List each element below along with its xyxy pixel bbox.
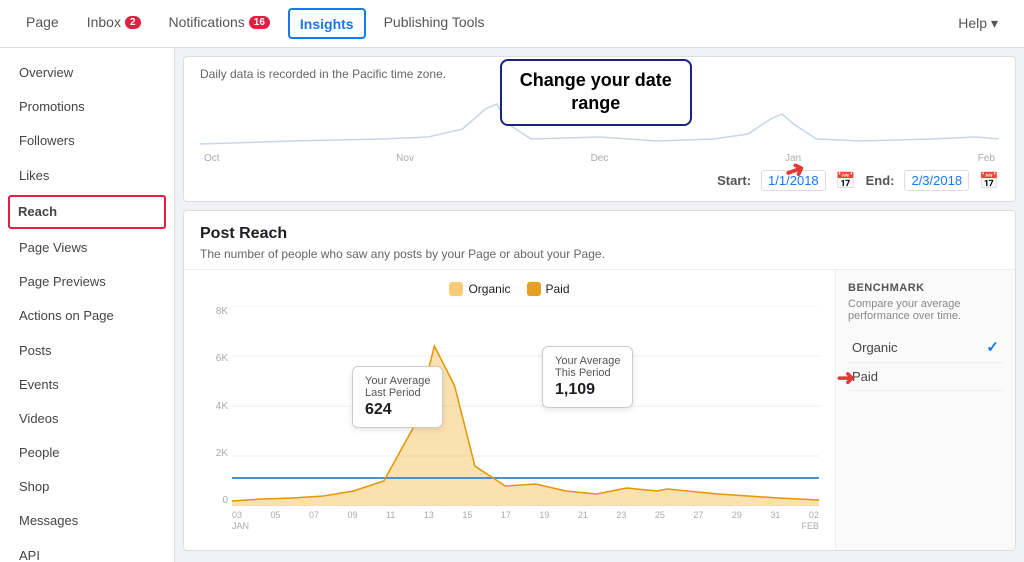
sidebar-item-page-views[interactable]: Page Views [0, 231, 174, 265]
chart-legend: Organic Paid [200, 282, 819, 296]
reach-panel: Post Reach The number of people who saw … [183, 210, 1016, 551]
sidebar-item-messages[interactable]: Messages [0, 504, 174, 538]
y-axis-8k: 8K [200, 306, 228, 317]
y-axis-0: 0 [200, 495, 228, 506]
mini-x-nov: Nov [396, 153, 414, 164]
sidebar-item-api[interactable]: API [0, 539, 174, 562]
y-axis-4k: 4K [200, 401, 228, 412]
nav-publishing-tools[interactable]: Publishing Tools [370, 0, 499, 47]
date-panel: Daily data is recorded in the Pacific ti… [183, 56, 1016, 202]
x-axis-months: JAN FEB [232, 521, 819, 531]
organic-dot [449, 282, 463, 296]
nav-insights[interactable]: Insights [288, 8, 366, 39]
sidebar-item-actions-on-page[interactable]: Actions on Page [0, 299, 174, 333]
sidebar-item-overview[interactable]: Overview [0, 56, 174, 90]
benchmark-subtitle: Compare your average performance over ti… [848, 298, 1003, 322]
reach-subtitle: The number of people who saw any posts b… [200, 247, 999, 261]
nav-notifications[interactable]: Notifications 16 [155, 0, 284, 47]
callout-this-period: Your AverageThis Period 1,109 [542, 346, 633, 408]
nav-inbox[interactable]: Inbox 2 [73, 0, 155, 47]
mini-x-oct: Oct [204, 153, 220, 164]
benchmark-organic-check: ✓ [986, 338, 999, 356]
this-period-value: 1,109 [555, 381, 620, 399]
chart-area: Organic Paid 0 2K 4K [184, 270, 835, 550]
sidebar-item-followers[interactable]: Followers [0, 124, 174, 158]
last-period-value: 624 [365, 401, 430, 419]
y-axis-2k: 2K [200, 448, 228, 459]
sidebar: Overview Promotions Followers Likes Reac… [0, 48, 175, 562]
top-navigation: Page Inbox 2 Notifications 16 Insights P… [0, 0, 1024, 48]
sidebar-item-videos[interactable]: Videos [0, 402, 174, 436]
paid-dot [527, 282, 541, 296]
benchmark-title: BENCHMARK [848, 282, 1003, 294]
sidebar-item-posts[interactable]: Posts [0, 334, 174, 368]
sidebar-item-promotions[interactable]: Promotions [0, 90, 174, 124]
benchmark-panel: BENCHMARK Compare your average performan… [835, 270, 1015, 550]
this-period-label: Your AverageThis Period [555, 355, 620, 379]
legend-paid: Paid [527, 282, 570, 296]
main-layout: Overview Promotions Followers Likes Reac… [0, 48, 1024, 562]
sidebar-item-reach[interactable]: Reach [8, 195, 166, 229]
reach-header: Post Reach The number of people who saw … [184, 211, 1015, 269]
reach-title: Post Reach [200, 225, 999, 243]
benchmark-option-organic[interactable]: Organic ✓ [848, 332, 1003, 363]
sidebar-item-likes[interactable]: Likes [0, 159, 174, 193]
benchmark-arrow: ➜ [837, 365, 855, 391]
main-content: Daily data is recorded in the Pacific ti… [175, 48, 1024, 562]
start-label: Start: [717, 173, 751, 188]
benchmark-option-paid[interactable]: Paid [848, 363, 1003, 391]
mini-x-dec: Dec [591, 153, 609, 164]
start-calendar-icon[interactable]: 📅 [836, 171, 856, 191]
callout-last-period: Your AverageLast Period 624 [352, 366, 443, 428]
nav-spacer [499, 0, 945, 47]
reach-body: Organic Paid 0 2K 4K [184, 269, 1015, 550]
legend-organic: Organic [449, 282, 510, 296]
x-axis-dates: 03050709 11131517 19212325 27293102 [232, 510, 819, 520]
end-label: End: [866, 173, 895, 188]
inbox-badge: 2 [125, 16, 141, 29]
reach-chart-svg [232, 306, 819, 506]
end-date-input[interactable]: 2/3/2018 [904, 170, 969, 191]
notifications-badge: 16 [249, 16, 270, 29]
sidebar-item-page-previews[interactable]: Page Previews [0, 265, 174, 299]
mini-x-feb: Feb [978, 153, 995, 164]
annotation-box: Change your daterange [500, 59, 692, 126]
benchmark-paid-label: Paid [852, 369, 878, 384]
nav-help[interactable]: Help ▾ [944, 0, 1012, 47]
end-calendar-icon[interactable]: 📅 [979, 171, 999, 191]
nav-page[interactable]: Page [12, 0, 73, 47]
y-axis-6k: 6K [200, 353, 228, 364]
sidebar-item-shop[interactable]: Shop [0, 470, 174, 504]
benchmark-organic-label: Organic [852, 340, 898, 355]
sidebar-item-events[interactable]: Events [0, 368, 174, 402]
sidebar-item-people[interactable]: People [0, 436, 174, 470]
last-period-label: Your AverageLast Period [365, 375, 430, 399]
